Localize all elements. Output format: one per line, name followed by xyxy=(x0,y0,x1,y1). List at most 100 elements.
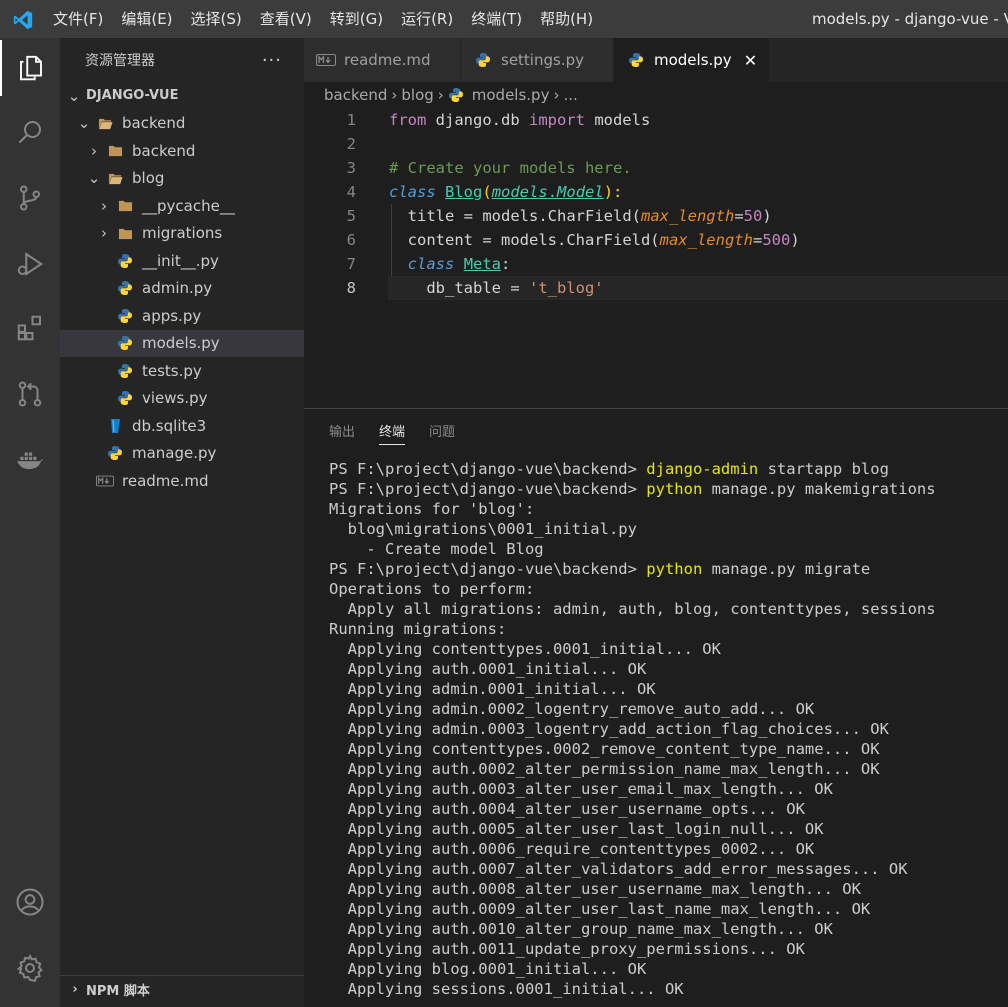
code-token: models.CharField( xyxy=(501,231,660,249)
code-token: = xyxy=(454,207,483,225)
menu-selection[interactable]: 选择(S) xyxy=(182,0,251,38)
run-debug-icon[interactable] xyxy=(0,236,60,292)
breadcrumb-models-py[interactable]: models.py xyxy=(472,86,550,104)
tree-item-label: migrations xyxy=(142,224,223,242)
code-editor[interactable]: 1 from django.db import models 2 3 # Cre… xyxy=(304,108,1008,408)
menu-run[interactable]: 运行(R) xyxy=(392,0,462,38)
terminal-line: Applying auth.0008_alter_user_username_m… xyxy=(329,880,861,898)
folder-item[interactable]: › __pycache__ xyxy=(60,192,304,219)
terminal-line: PS F:\project\django-vue\backend> python… xyxy=(329,559,1008,579)
tab-terminal[interactable]: 终端 xyxy=(379,421,406,445)
menu-go[interactable]: 转到(G) xyxy=(321,0,392,38)
chevron-down-icon: ⌄ xyxy=(77,114,91,132)
chevron-right-icon: › xyxy=(91,141,97,160)
file-item[interactable]: models.py xyxy=(60,329,304,357)
code-line: 5 title = models.CharField(max_length=50… xyxy=(304,204,1008,228)
tree-item-label: readme.md xyxy=(122,471,209,490)
python-icon xyxy=(626,52,646,68)
code-token: 500 xyxy=(762,231,791,249)
code-token: . xyxy=(547,183,558,201)
more-actions-button[interactable]: ··· xyxy=(262,50,282,71)
tree-item-label: __init__.py xyxy=(142,251,219,270)
code-line: 2 xyxy=(304,132,1008,156)
line-number: 7 xyxy=(346,255,356,273)
file-item[interactable]: readme.md xyxy=(60,467,304,494)
tree-item-label: blog xyxy=(132,169,165,187)
code-line: 6 content = models.CharField(max_length=… xyxy=(304,228,1008,252)
tree-item-label: backend xyxy=(122,114,186,132)
explorer-root-label: DJANGO-VUE xyxy=(86,88,179,103)
file-item[interactable]: views.py xyxy=(60,385,304,412)
terminal-line: Applying admin.0003_logentry_add_action_… xyxy=(329,720,889,738)
folder-icon xyxy=(116,224,134,242)
explorer-icon[interactable] xyxy=(0,40,60,96)
terminal-line: PS F:\project\django-vue\backend> python… xyxy=(329,479,1008,499)
code-token: import xyxy=(528,111,585,129)
folder-open-icon xyxy=(106,169,124,187)
terminal-line: Applying contenttypes.0002_remove_conten… xyxy=(329,740,880,758)
source-control-icon[interactable] xyxy=(0,170,60,226)
folder-item[interactable]: ⌄ blog xyxy=(60,165,304,192)
breadcrumb-backend[interactable]: backend xyxy=(324,86,387,104)
folder-item[interactable]: › backend xyxy=(60,137,304,164)
tab-problems[interactable]: 问题 xyxy=(429,421,455,445)
code-token: class xyxy=(389,183,436,201)
file-item[interactable]: tests.py xyxy=(60,357,304,384)
file-item[interactable]: __init__.py xyxy=(60,247,304,274)
menu-file[interactable]: 文件(F) xyxy=(44,0,112,38)
menu-help[interactable]: 帮助(H) xyxy=(531,0,602,38)
tab-readme-md[interactable]: readme.md xyxy=(304,38,461,82)
menu-terminal[interactable]: 终端(T) xyxy=(462,0,531,38)
file-item[interactable]: db.sqlite3 xyxy=(60,412,304,439)
terminal-line: blog\migrations\0001_initial.py xyxy=(329,520,637,538)
extensions-icon[interactable] xyxy=(0,300,60,356)
file-item[interactable]: admin.py xyxy=(60,275,304,302)
tab-models-py[interactable]: models.py ✕ xyxy=(614,38,771,82)
file-item[interactable]: apps.py xyxy=(60,302,304,329)
menu-bar: 文件(F) 编辑(E) 选择(S) 查看(V) 转到(G) 运行(R) 终端(T… xyxy=(44,0,602,38)
tab-settings-py[interactable]: settings.py xyxy=(461,38,614,82)
pull-request-icon[interactable] xyxy=(0,366,60,422)
folder-item[interactable]: ⌄ backend xyxy=(60,110,304,137)
docker-icon[interactable] xyxy=(0,432,60,488)
vscode-logo-icon xyxy=(13,10,33,30)
terminal-output[interactable]: PS F:\project\django-vue\backend> django… xyxy=(329,459,1008,999)
code-token: title xyxy=(407,207,455,225)
explorer-root-django-vue[interactable]: ⌄ DJANGO-VUE xyxy=(60,82,304,109)
code-token: from xyxy=(389,111,427,129)
tab-label: models.py xyxy=(654,51,732,69)
terminal-args: manage.py makemigrations xyxy=(702,480,936,498)
account-icon[interactable] xyxy=(0,874,60,930)
menu-edit[interactable]: 编辑(E) xyxy=(112,0,181,38)
breadcrumb-blog[interactable]: blog xyxy=(401,86,433,104)
code-token: django.db xyxy=(426,111,529,129)
terminal-line: Applying auth.0002_alter_permission_name… xyxy=(329,760,880,778)
npm-scripts-section[interactable]: › NPM 脚本 xyxy=(60,975,304,1003)
file-item[interactable]: manage.py xyxy=(60,440,304,467)
terminal-line: Applying contenttypes.0001_initial... OK xyxy=(329,640,721,658)
tab-output[interactable]: 输出 xyxy=(329,421,355,445)
folder-item[interactable]: › migrations xyxy=(60,220,304,247)
breadcrumb-symbols[interactable]: ... xyxy=(563,86,577,104)
breadcrumb-separator: › xyxy=(437,86,444,104)
explorer-header: 资源管理器 ··· xyxy=(60,38,304,82)
menu-view[interactable]: 查看(V) xyxy=(251,0,321,38)
code-token: models.CharField( xyxy=(482,207,641,225)
code-token: ) xyxy=(762,207,772,225)
python-icon xyxy=(448,87,466,103)
tree-item-label: db.sqlite3 xyxy=(132,416,207,435)
database-icon xyxy=(106,417,124,435)
search-icon[interactable] xyxy=(0,104,60,160)
close-icon[interactable]: ✕ xyxy=(744,51,757,70)
terminal-command: python xyxy=(646,560,703,578)
code-text: db_table = 't_blog' xyxy=(389,279,603,297)
settings-gear-icon[interactable] xyxy=(0,940,60,996)
python-icon xyxy=(116,252,134,270)
window-title: models.py - django-vue - Vis xyxy=(812,10,1008,28)
code-token: db_table xyxy=(426,279,501,297)
code-text: from django.db import models xyxy=(389,111,650,129)
